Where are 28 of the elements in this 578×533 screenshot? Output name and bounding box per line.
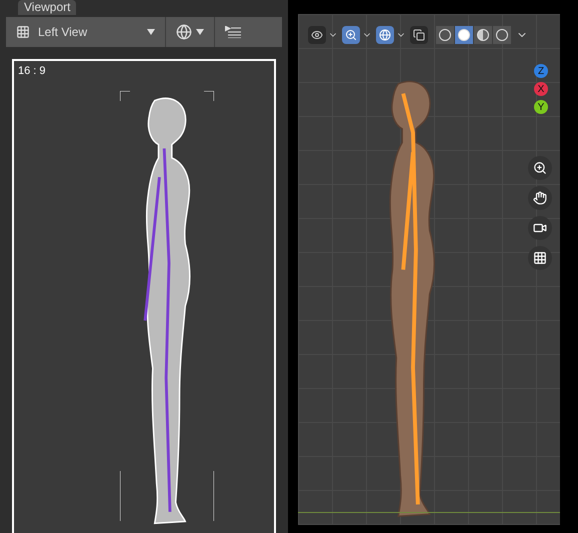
zoom-in-icon: [533, 161, 547, 175]
camera-button[interactable]: [528, 216, 552, 240]
visibility-toggle[interactable]: [308, 26, 326, 44]
solid-shading-button[interactable]: [455, 26, 473, 44]
sphere-icon: [176, 24, 192, 40]
view-dropdown[interactable]: Left View: [6, 17, 166, 47]
view-icon: [16, 25, 30, 39]
overlay-toggle[interactable]: [376, 26, 394, 44]
aspect-ratio-label: 16 : 9: [18, 64, 47, 79]
xray-toggle[interactable]: [410, 26, 428, 44]
wireframe-shading-button[interactable]: [436, 26, 454, 44]
menu-list-icon: [225, 26, 241, 38]
dropdown-arrow-icon: [196, 29, 204, 35]
camera-icon: [533, 221, 547, 235]
zoom-button[interactable]: [528, 156, 552, 180]
rendered-shading-button[interactable]: [493, 26, 511, 44]
grid-icon: [533, 251, 547, 265]
dropdown-arrow-icon: [147, 29, 155, 35]
axis-label[interactable]: Z: [534, 64, 548, 78]
material-shading-button[interactable]: [474, 26, 492, 44]
grid-button[interactable]: [528, 246, 552, 270]
pan-button[interactable]: [528, 186, 552, 210]
gizmo-toggle[interactable]: [342, 26, 360, 44]
axis-label[interactable]: X: [534, 82, 548, 96]
viewport-tab[interactable]: Viewport: [18, 0, 76, 15]
visibility-icon: [311, 29, 323, 41]
axis-label[interactable]: Y: [534, 100, 548, 114]
hand-icon: [533, 191, 547, 205]
